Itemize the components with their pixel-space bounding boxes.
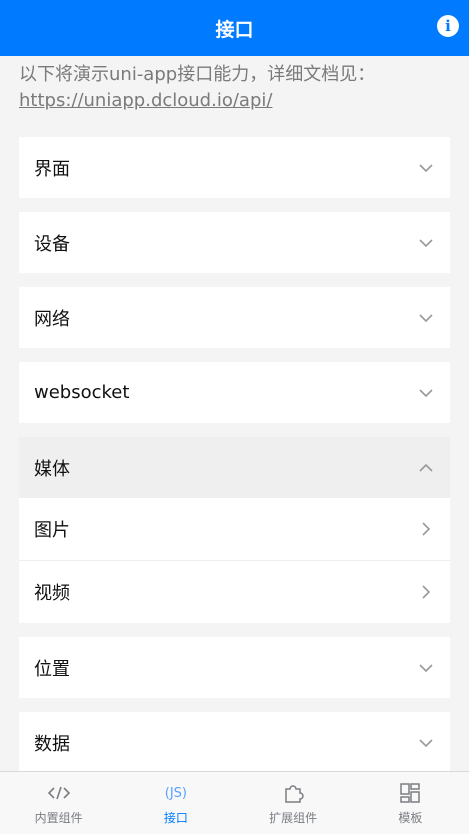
tab-label: 模板	[398, 811, 423, 825]
page-title: 接口	[215, 18, 254, 41]
code-icon	[47, 780, 71, 806]
group-header-media[interactable]: 媒体	[19, 437, 450, 498]
group-label: 数据	[34, 733, 70, 755]
chevron-down-icon	[417, 309, 435, 327]
sub-item-image[interactable]: 图片	[19, 498, 450, 560]
intro-text: 以下将演示uni-app接口能力，详细文档见：	[19, 64, 376, 85]
tab-label: 扩展组件	[269, 811, 318, 825]
group-label: 设备	[34, 233, 70, 255]
group-interface: 界面	[19, 137, 450, 198]
group-header-device[interactable]: 设备	[19, 212, 450, 273]
group-device: 设备	[19, 212, 450, 273]
group-network: 网络	[19, 287, 450, 348]
group-label: 界面	[34, 158, 70, 180]
group-media: 媒体 图片 视频	[19, 437, 450, 623]
tab-extension-components[interactable]: 扩展组件	[235, 772, 352, 834]
intro-text-block: 以下将演示uni-app接口能力，详细文档见： https://uniapp.d…	[19, 62, 459, 114]
tab-label: 内置组件	[34, 811, 83, 825]
tab-api[interactable]: (JS) 接口	[117, 772, 234, 834]
tab-builtin-components[interactable]: 内置组件	[0, 772, 117, 834]
chevron-down-icon	[417, 384, 435, 402]
group-websocket: websocket	[19, 362, 450, 423]
nav-bar: 接口 i	[0, 0, 469, 56]
tab-templates[interactable]: 模板	[352, 772, 469, 834]
chevron-down-icon	[417, 659, 435, 677]
sub-item-label: 图片	[34, 520, 70, 541]
api-docs-link[interactable]: https://uniapp.dcloud.io/api/	[19, 90, 272, 111]
sub-item-video[interactable]: 视频	[19, 560, 450, 623]
tab-bar: 内置组件 (JS) 接口 扩展组件 模板	[0, 771, 469, 834]
group-data: 数据	[19, 712, 450, 773]
group-header-interface[interactable]: 界面	[19, 137, 450, 198]
media-sub-list: 图片 视频	[19, 498, 450, 623]
chevron-right-icon	[417, 520, 435, 538]
api-list: 界面 设备 网络 websocket 媒体 图片 视频 位置 数据	[19, 137, 450, 787]
chevron-down-icon	[417, 734, 435, 752]
group-location: 位置	[19, 637, 450, 698]
sub-item-label: 视频	[34, 583, 70, 604]
chevron-down-icon	[417, 159, 435, 177]
group-header-network[interactable]: 网络	[19, 287, 450, 348]
chevron-up-icon	[417, 459, 435, 477]
js-icon: (JS)	[164, 785, 187, 801]
chevron-down-icon	[417, 234, 435, 252]
tab-label: 接口	[163, 811, 188, 825]
group-header-websocket[interactable]: websocket	[19, 362, 450, 423]
info-icon[interactable]: i	[437, 15, 459, 37]
group-label: 位置	[34, 658, 70, 680]
chevron-right-icon	[417, 583, 435, 601]
template-icon	[399, 780, 421, 806]
group-label: 网络	[34, 308, 70, 330]
puzzle-icon	[282, 780, 304, 806]
group-label: 媒体	[34, 458, 70, 480]
group-label: websocket	[34, 382, 130, 403]
group-header-data[interactable]: 数据	[19, 712, 450, 773]
group-header-location[interactable]: 位置	[19, 637, 450, 698]
